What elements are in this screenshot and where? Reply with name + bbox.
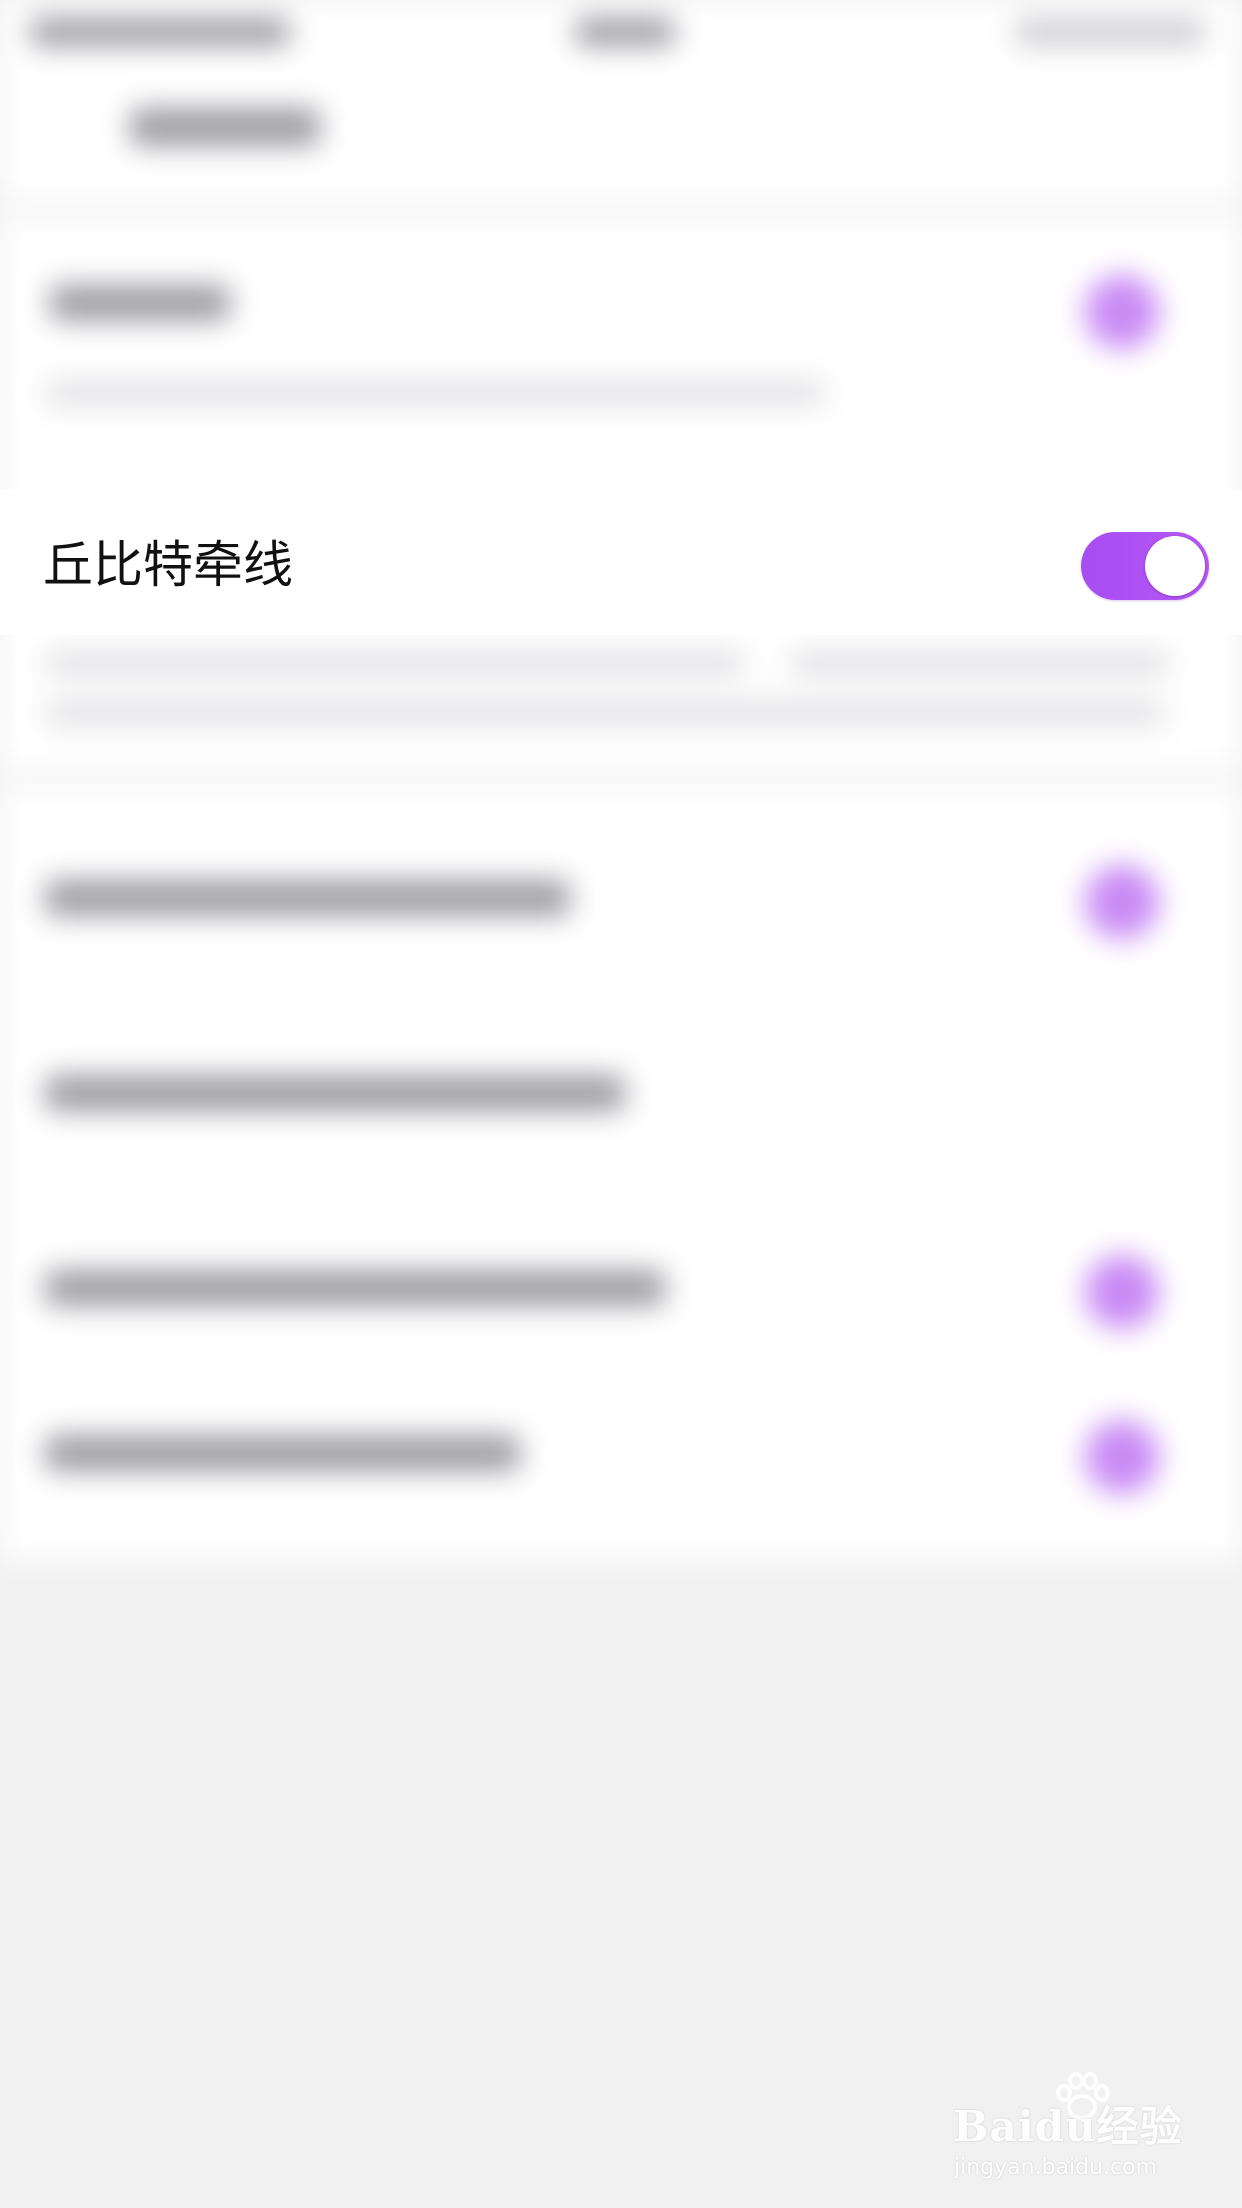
row1-desc <box>45 380 825 406</box>
section-separator <box>0 770 1242 788</box>
status-bar-right <box>1015 18 1205 46</box>
row1-title <box>50 285 230 321</box>
cupid-match-toggle[interactable] <box>1081 532 1209 600</box>
row5-toggle <box>1085 1255 1159 1329</box>
header-title <box>130 108 320 146</box>
watermark-brand: Baidu经验 <box>953 2102 1183 2151</box>
row6-title <box>45 1435 520 1471</box>
row2-desc3 <box>45 700 1165 726</box>
watermark-url: jingyan.baidu.com <box>954 2155 1158 2180</box>
row2-desc2 <box>790 650 1170 676</box>
row3-title <box>45 880 570 916</box>
baidu-jingyan-watermark: Baidu经验 jingyan.baidu.com <box>950 2065 1220 2185</box>
row2-desc1 <box>45 650 745 676</box>
blurred-background <box>0 0 1242 1560</box>
row3-toggle <box>1085 865 1159 939</box>
setting-row-cupid-match[interactable]: 丘比特牵线 <box>0 490 1242 635</box>
row1-toggle <box>1085 275 1159 349</box>
status-bar-left <box>30 18 290 46</box>
row6-toggle <box>1085 1420 1159 1494</box>
row4-title <box>45 1075 625 1111</box>
row5-title <box>45 1270 665 1306</box>
status-bar-center <box>575 18 675 46</box>
setting-label: 丘比特牵线 <box>43 536 293 594</box>
toggle-knob <box>1145 536 1205 596</box>
header-separator <box>0 200 1242 218</box>
